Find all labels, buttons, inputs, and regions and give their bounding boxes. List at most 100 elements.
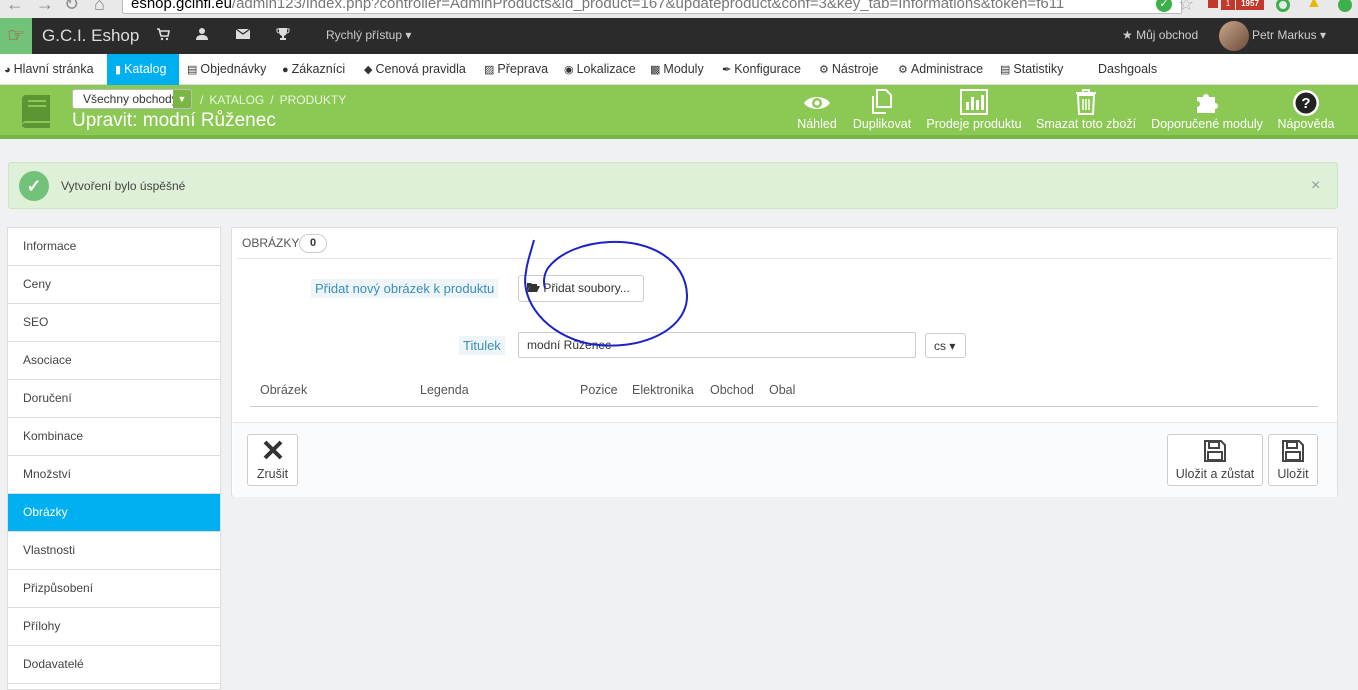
menu-label: Konfigurace — [734, 62, 801, 76]
back-arrow-icon[interactable]: ← — [6, 0, 24, 15]
quick-access-menu[interactable]: Rychlý přístup ▾ — [326, 28, 411, 42]
extension-badge-count: 1957 — [1236, 0, 1264, 10]
menu-item-tools[interactable]: ⚙ Nástroje — [815, 54, 882, 85]
menu-label: Hlavní stránka — [13, 62, 94, 76]
add-files-label: Přidat soubory... — [543, 281, 630, 295]
menu-item-orders[interactable]: ▤ Objednávky — [183, 54, 270, 85]
tab-combinations[interactable]: Kombinace — [8, 418, 220, 456]
add-files-button[interactable]: Přidat soubory... — [518, 275, 644, 302]
menu-label: Administrace — [910, 62, 984, 76]
image-title-input[interactable] — [518, 332, 916, 358]
extension-icon[interactable] — [1208, 0, 1218, 8]
menu-label: Zákazníci — [291, 62, 346, 76]
my-shop-label: Můj obchod — [1136, 28, 1199, 42]
svg-text:?: ? — [1301, 95, 1310, 112]
cart-icon[interactable] — [156, 27, 170, 45]
panel-heading: OBRÁZKY — [242, 236, 300, 250]
duplicate-button[interactable]: Duplikovat — [851, 89, 913, 135]
tab-attachments[interactable]: Přílohy — [8, 608, 220, 646]
menu-item-configuration[interactable]: ✒ Konfigurace — [718, 54, 805, 85]
language-value: cs — [934, 339, 946, 353]
extension-green-icon[interactable] — [1276, 0, 1290, 12]
menu-item-price-rules[interactable]: ◆ Cenová pravidla — [360, 54, 470, 85]
tab-shipping[interactable]: Doručení — [8, 380, 220, 418]
menu-item-statistics[interactable]: ▤ Statistiky — [996, 54, 1067, 85]
tab-information[interactable]: Informace — [8, 228, 220, 266]
add-image-label: Přidat nový obrázek k produktu — [311, 279, 499, 298]
puzzle-icon — [1150, 89, 1264, 117]
extension-bell-icon[interactable]: ▲ — [1306, 0, 1322, 12]
preview-button[interactable]: Náhled — [796, 89, 838, 135]
breadcrumb-products[interactable]: PRODUKTY — [280, 93, 347, 107]
pointer-hand-icon[interactable]: ☞ — [0, 18, 32, 54]
help-button[interactable]: ? Nápověda — [1277, 89, 1335, 135]
my-shop-link[interactable]: ★ Můj obchod — [1122, 28, 1198, 42]
tab-features[interactable]: Vlastnosti — [8, 532, 220, 570]
tab-seo[interactable]: SEO — [8, 304, 220, 342]
recommended-modules-button[interactable]: Doporučené moduly — [1150, 89, 1264, 135]
question-icon: ? — [1277, 89, 1335, 117]
duplicate-label: Duplikovat — [852, 117, 912, 131]
menu-label: Nástroje — [831, 62, 879, 76]
menu-item-dashboard[interactable]: ◕ Hlavní stránka — [0, 54, 98, 85]
url-path: /admin123/index.php?controller=AdminProd… — [231, 0, 1065, 12]
user-icon[interactable] — [196, 27, 208, 45]
save-button[interactable]: Uložit — [1268, 434, 1318, 486]
menu-item-catalog[interactable]: ▮ Katalog — [107, 54, 179, 85]
home-icon[interactable]: ⌂ — [94, 0, 105, 15]
delete-product-button[interactable]: Smazat toto zboží — [1036, 89, 1136, 135]
menu-item-modules[interactable]: ▩ Moduly — [646, 54, 708, 85]
tab-suppliers[interactable]: Dodavatelé — [8, 646, 220, 684]
tab-images[interactable]: Obrázky — [8, 494, 220, 532]
menu-label: Moduly — [663, 62, 704, 76]
save-and-stay-label: Uložit a zůstat — [1175, 467, 1255, 481]
caret-down-icon: ▾ — [949, 339, 956, 353]
user-menu[interactable]: Petr Markus ▾ — [1252, 28, 1326, 42]
table-header-divider — [250, 406, 1318, 407]
column-header-shop: Obchod — [710, 383, 754, 397]
address-bar[interactable]: eshop.gcinfi.eu/admin123/index.php?contr… — [122, 0, 1182, 14]
language-select[interactable]: cs ▾ — [925, 333, 966, 358]
shop-select-value: Všechny obchody — [83, 92, 178, 106]
quick-access-label: Rychlý přístup — [326, 28, 403, 42]
forward-arrow-icon[interactable]: → — [36, 0, 54, 15]
extension-circle-icon[interactable] — [1338, 0, 1352, 12]
trophy-icon[interactable] — [276, 27, 290, 45]
delete-product-label: Smazat toto zboží — [1036, 117, 1137, 131]
tab-associations[interactable]: Asociace — [8, 342, 220, 380]
breadcrumb-catalog[interactable]: KATALOG — [209, 93, 264, 107]
reload-icon[interactable]: ↻ — [64, 0, 79, 15]
avatar[interactable] — [1219, 21, 1249, 51]
save-and-stay-button[interactable]: Uložit a zůstat — [1167, 434, 1263, 486]
menu-item-shipping[interactable]: ▨ Přeprava — [480, 54, 552, 85]
shop-name[interactable]: G.C.I. Eshop — [42, 26, 139, 46]
product-sales-button[interactable]: Prodeje produktu — [925, 89, 1023, 135]
envelope-icon[interactable] — [235, 27, 251, 44]
cancel-button[interactable]: Zrušit — [247, 434, 298, 486]
title-label: Titulek — [459, 336, 505, 355]
tag-icon: ◆ — [364, 64, 373, 76]
product-sales-label: Prodeje produktu — [926, 117, 1022, 131]
tab-prices[interactable]: Ceny — [8, 266, 220, 304]
panel-footer: Zrušit Uložit a zůstat Uložit — [233, 422, 1337, 497]
tab-customization[interactable]: Přizpůsobení — [8, 570, 220, 608]
dashboard-icon: ◕ — [4, 64, 11, 76]
menu-label: Statistiky — [1013, 62, 1064, 76]
tab-quantities[interactable]: Množství — [8, 456, 220, 494]
menu-item-administration[interactable]: ⚙ Administrace — [894, 54, 987, 85]
close-icon — [248, 439, 297, 467]
menu-label: Dashgoals — [1098, 62, 1158, 76]
menu-item-localization[interactable]: ◉ Lokalizace — [560, 54, 640, 85]
menu-item-dashgoals[interactable]: Dashgoals — [1094, 54, 1161, 85]
menu-label: Cenová pravidla — [375, 62, 466, 76]
success-alert: ✓ Vytvoření bylo úspěšné × — [8, 162, 1338, 209]
menu-label: Objednávky — [200, 62, 267, 76]
column-header-image: Obrázek — [260, 383, 308, 397]
shop-select[interactable]: Všechny obchody ▼ — [72, 89, 192, 109]
bookmark-star-icon[interactable]: ☆ — [1178, 0, 1194, 15]
menu-label: Lokalizace — [576, 62, 636, 76]
book-icon — [22, 95, 50, 129]
menu-item-customers[interactable]: ● Zákazníci — [278, 54, 349, 85]
close-icon[interactable]: × — [1311, 177, 1320, 195]
images-panel: OBRÁZKY 0 Přidat nový obrázek k produktu… — [231, 227, 1338, 497]
